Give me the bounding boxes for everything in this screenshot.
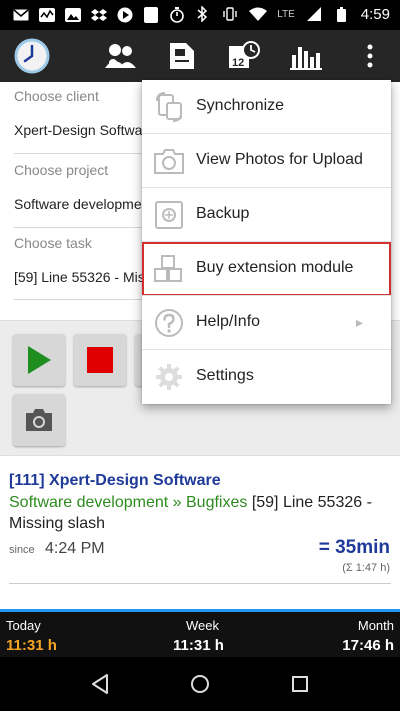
notification-icons bbox=[12, 6, 186, 24]
home-icon[interactable] bbox=[187, 671, 213, 697]
summary-task-path: Software development » Bugfixes [59] Lin… bbox=[9, 492, 391, 534]
summary-project: Software development » Bugfixes bbox=[9, 494, 248, 511]
since-time: 4:24 PM bbox=[45, 540, 105, 557]
sync-icon bbox=[152, 90, 186, 124]
signal-icon bbox=[305, 5, 323, 23]
total-duration: (Σ 1:47 h) bbox=[342, 562, 390, 574]
menu-item-label: Synchronize bbox=[196, 97, 285, 114]
menu-item-label: Buy extension module bbox=[196, 259, 354, 276]
media-icon bbox=[116, 6, 134, 24]
vibrate-icon bbox=[221, 5, 239, 23]
battery-icon bbox=[333, 5, 351, 23]
submenu-arrow-icon: ▸ bbox=[355, 314, 363, 330]
status-bar: LTE 4:59 bbox=[0, 0, 400, 30]
client-label: Choose client bbox=[14, 88, 99, 104]
since-label: since bbox=[9, 544, 35, 556]
month-label: Month bbox=[357, 618, 394, 633]
month-value: 17:46 h bbox=[342, 637, 394, 654]
menu-item-label: Help/Info bbox=[196, 313, 261, 330]
safe-icon bbox=[152, 198, 186, 232]
current-entry-summary[interactable]: [111] Xpert-Design Software Software dev… bbox=[0, 455, 400, 583]
gear-icon bbox=[152, 360, 186, 394]
play-icon bbox=[28, 346, 51, 374]
square-notification-icon bbox=[142, 6, 160, 24]
app-toolbar: 12 bbox=[0, 30, 400, 82]
cubes-icon bbox=[152, 252, 186, 286]
photo-button[interactable] bbox=[13, 394, 65, 446]
menu-item-help-info[interactable]: Help/Info ▸ bbox=[142, 296, 391, 350]
stop-button[interactable] bbox=[74, 334, 126, 386]
stop-icon bbox=[87, 347, 113, 373]
calendar-icon[interactable]: 12 bbox=[224, 37, 264, 75]
overflow-menu-icon[interactable] bbox=[350, 37, 390, 75]
week-label: Week bbox=[186, 618, 219, 633]
menu-item-backup[interactable]: Backup bbox=[142, 188, 391, 242]
svg-text:12: 12 bbox=[232, 57, 244, 69]
today-label: Today bbox=[6, 618, 41, 633]
menu-item-buy-extension[interactable]: Buy extension module bbox=[142, 242, 391, 296]
project-label: Choose project bbox=[14, 162, 109, 178]
project-select[interactable]: Software development bbox=[14, 196, 154, 212]
system-icons: LTE 4:59 bbox=[193, 5, 390, 23]
network-type: LTE bbox=[277, 8, 295, 20]
statistics-icon[interactable] bbox=[286, 37, 326, 75]
recents-icon[interactable] bbox=[287, 671, 313, 697]
menu-item-label: Backup bbox=[196, 205, 250, 222]
task-select[interactable]: [59] Line 55326 - Missing slash bbox=[14, 269, 154, 285]
overflow-menu: Synchronize View Photos for Upload Backu… bbox=[142, 80, 391, 404]
camera-icon bbox=[152, 144, 186, 178]
image-icon bbox=[64, 6, 82, 24]
camera-icon bbox=[26, 409, 52, 431]
clients-icon[interactable] bbox=[100, 37, 140, 75]
elapsed-duration: = 35min bbox=[318, 537, 390, 558]
client-select[interactable]: Xpert-Design Software bbox=[14, 122, 154, 138]
activity-icon bbox=[38, 6, 56, 24]
menu-item-synchronize[interactable]: Synchronize bbox=[142, 80, 391, 134]
projects-icon[interactable] bbox=[162, 37, 202, 75]
help-icon bbox=[152, 306, 186, 340]
mail-icon bbox=[12, 6, 30, 24]
task-label: Choose task bbox=[14, 235, 92, 251]
stopwatch-icon bbox=[168, 6, 186, 24]
back-icon[interactable] bbox=[87, 671, 113, 697]
menu-item-label: View Photos for Upload bbox=[196, 151, 363, 168]
menu-item-view-photos[interactable]: View Photos for Upload bbox=[142, 134, 391, 188]
menu-item-settings[interactable]: Settings bbox=[142, 350, 391, 404]
dropbox-icon bbox=[90, 6, 108, 24]
bluetooth-icon bbox=[193, 5, 211, 23]
start-button[interactable] bbox=[13, 334, 65, 386]
divider bbox=[9, 583, 391, 584]
wifi-icon bbox=[249, 5, 268, 23]
totals-bar: Today 11:31 h Week 11:31 h Month 17:46 h bbox=[0, 612, 400, 657]
today-value: 11:31 h bbox=[6, 637, 57, 654]
summary-client: [111] Xpert-Design Software bbox=[9, 472, 221, 489]
menu-item-label: Settings bbox=[196, 367, 254, 384]
week-value: 11:31 h bbox=[173, 637, 224, 654]
app-logo-clock-icon[interactable] bbox=[12, 37, 52, 75]
clock: 4:59 bbox=[360, 5, 390, 23]
system-nav-bar bbox=[0, 657, 400, 711]
